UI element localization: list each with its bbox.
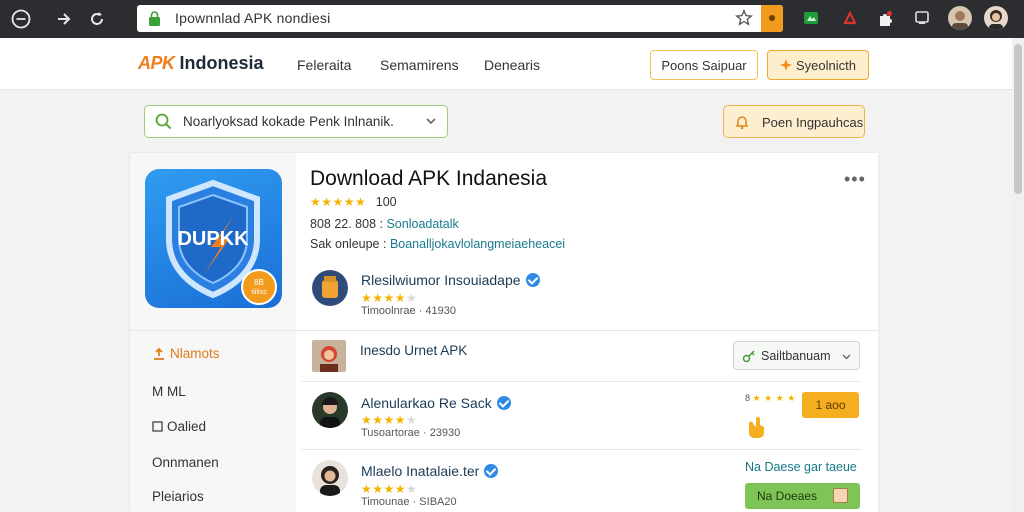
app-card: DUPKK 8B tiiliss Download APK Indanesia … bbox=[130, 153, 878, 512]
developer-stars: ★★★★★ bbox=[361, 291, 418, 305]
meta-line-1: 808 22. 808 : Sonloadatalk bbox=[310, 217, 459, 231]
rating-count: 100 bbox=[375, 195, 397, 209]
row3-action-button[interactable]: Na Doeaes bbox=[745, 483, 860, 509]
extension-icon[interactable] bbox=[761, 5, 783, 32]
meta-link-1[interactable]: Sonloadatalk bbox=[386, 217, 458, 231]
login-button[interactable]: Syeolnicth bbox=[767, 50, 869, 80]
sidebar-item-3[interactable]: Oalied bbox=[152, 419, 206, 434]
verified-icon bbox=[525, 273, 540, 287]
nav-link-2[interactable]: Semamirens bbox=[380, 57, 459, 73]
url-text: Ipownnlad APK nondiesi bbox=[175, 10, 331, 26]
section-divider bbox=[130, 330, 878, 331]
chevron-down-icon bbox=[426, 118, 436, 125]
row3-action-label: Na Doeaes bbox=[757, 489, 818, 503]
bookmark-star-icon[interactable] bbox=[735, 9, 753, 27]
search-icon bbox=[155, 113, 172, 130]
row2-mini-rating: 8 ★ ★ ★ ★ bbox=[745, 393, 796, 403]
row1-name[interactable]: Inesdo Urnet APK bbox=[360, 343, 467, 358]
row3-link[interactable]: Na Daese gar taeue bbox=[745, 460, 857, 474]
row-divider bbox=[302, 449, 862, 450]
sidebar-item-2[interactable]: M ML bbox=[152, 384, 186, 399]
developer-avatar[interactable] bbox=[312, 270, 348, 306]
app-icon: DUPKK 8B tiiliss bbox=[145, 169, 282, 308]
forward-icon[interactable] bbox=[52, 7, 76, 31]
site-logo[interactable]: APK Indonesia bbox=[138, 53, 264, 74]
search-input[interactable]: Noarlyoksad kokade Penk Inlnanik. bbox=[144, 105, 448, 138]
search-placeholder: Noarlyoksad kokade Penk Inlnanik. bbox=[183, 114, 394, 129]
back-icon[interactable] bbox=[9, 7, 33, 31]
app-title: Download APK Indanesia bbox=[310, 167, 547, 190]
gift-icon bbox=[833, 488, 848, 503]
login-label: Syeolnicth bbox=[796, 57, 856, 73]
nav-link-1[interactable]: Feleraita bbox=[297, 57, 351, 73]
verified-icon bbox=[484, 464, 499, 478]
sidebar-item-4[interactable]: Onnmanen bbox=[152, 455, 219, 470]
sidebar-item-1[interactable]: Nlamots bbox=[152, 346, 220, 361]
nav-link-3[interactable]: Denearis bbox=[484, 57, 540, 73]
row3-meta: Timounae · SIBA20 bbox=[361, 496, 457, 508]
chevron-down-icon bbox=[842, 354, 851, 360]
red-extension-icon[interactable] bbox=[842, 10, 858, 26]
row3-stars: ★★★★★ bbox=[361, 482, 418, 496]
row2-avatar[interactable] bbox=[312, 392, 348, 428]
meta-line-2: Sak onleupe : Boanalljokavlolangmeiaehea… bbox=[310, 237, 566, 251]
account-avatar[interactable] bbox=[984, 6, 1008, 30]
key-icon bbox=[742, 350, 755, 363]
site-header: APK Indonesia Feleraita Semamirens Denea… bbox=[0, 38, 1024, 90]
row2-meta: Tusoartorae · 23930 bbox=[361, 427, 461, 439]
browser-toolbar: Ipownnlad APK nondiesi bbox=[0, 0, 1024, 38]
developer-name[interactable]: Rlesilwiumor Insouiadape bbox=[361, 272, 540, 288]
row1-avatar[interactable] bbox=[312, 340, 346, 372]
window-extension-icon[interactable] bbox=[914, 10, 930, 26]
rating-line: ★★★★★ 100 bbox=[310, 195, 397, 209]
meta-link-2[interactable]: Boanalljokavlolangmeiaeheacei bbox=[390, 237, 565, 251]
scrollbar-thumb[interactable] bbox=[1014, 44, 1022, 194]
bell-icon bbox=[735, 116, 749, 130]
profile-avatar[interactable] bbox=[948, 6, 972, 30]
row1-select-label: Sailtbanuam bbox=[761, 349, 831, 363]
row3-avatar[interactable] bbox=[312, 460, 348, 496]
upload-icon bbox=[154, 347, 164, 360]
svg-text:tiiliss: tiiliss bbox=[251, 289, 267, 296]
verified-icon bbox=[496, 396, 511, 410]
row3-name[interactable]: Mlaelo Inatalaie.ter bbox=[361, 463, 499, 479]
row-divider bbox=[302, 381, 862, 382]
signup-label: Poons Saipuar bbox=[661, 57, 747, 73]
puzzle-extension-icon[interactable] bbox=[877, 10, 893, 26]
row2-action-button[interactable]: 1 aoo bbox=[802, 392, 859, 418]
svg-text:8B: 8B bbox=[254, 278, 264, 287]
rating-stars: ★★★★★ bbox=[310, 195, 367, 209]
developer-meta: Timoolnrae · 41930 bbox=[361, 305, 456, 317]
language-label: Poen Ingpauhcas bbox=[762, 115, 864, 130]
hand-pointer-icon bbox=[745, 415, 767, 439]
address-bar[interactable]: Ipownnlad APK nondiesi bbox=[137, 5, 783, 32]
reload-icon[interactable] bbox=[85, 7, 109, 31]
page-scrollbar[interactable] bbox=[1012, 38, 1024, 512]
sidebar-item-5[interactable]: Pleiarios bbox=[152, 489, 204, 504]
shield-icon: DUPKK 8B tiiliss bbox=[166, 179, 277, 305]
sparkle-icon bbox=[780, 59, 792, 71]
language-button[interactable]: Poen Ingpauhcas bbox=[723, 105, 865, 138]
more-options-icon[interactable]: ••• bbox=[844, 169, 866, 190]
row2-stars: ★★★★★ bbox=[361, 413, 418, 427]
square-icon bbox=[152, 421, 163, 432]
row1-select-button[interactable]: Sailtbanuam bbox=[733, 341, 860, 370]
signup-button[interactable]: Poons Saipuar bbox=[650, 50, 758, 80]
row2-name[interactable]: Alenularkao Re Sack bbox=[361, 395, 511, 411]
green-extension-icon[interactable] bbox=[803, 10, 819, 26]
lock-icon bbox=[149, 11, 160, 26]
svg-text:DUPKK: DUPKK bbox=[177, 228, 249, 250]
